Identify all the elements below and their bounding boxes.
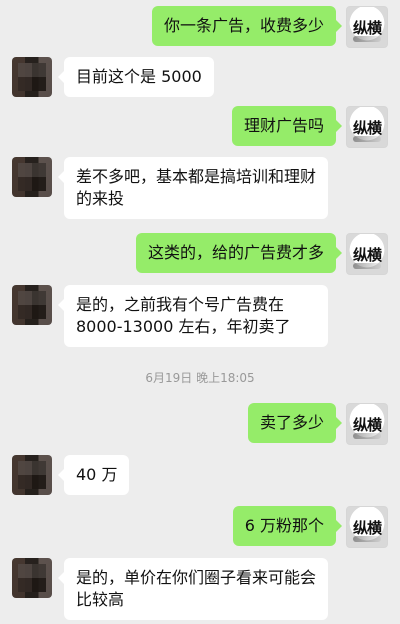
contact-avatar[interactable] xyxy=(12,57,52,97)
pixelated-avatar-icon xyxy=(18,461,46,489)
message-bubble-sent[interactable]: 理财广告吗 xyxy=(231,106,343,146)
message-text: 40 万 xyxy=(76,465,118,484)
my-avatar[interactable]: 纵横 xyxy=(346,233,388,275)
my-avatar[interactable]: 纵横 xyxy=(346,403,388,445)
message-bubble-sent[interactable]: 你一条广告，收费多少 xyxy=(151,6,343,46)
my-avatar[interactable]: 纵横 xyxy=(346,6,388,48)
message-text: 你一条广告，收费多少 xyxy=(163,16,324,35)
contact-avatar[interactable] xyxy=(12,455,52,495)
message-bubble-received[interactable]: 40 万 xyxy=(57,455,130,495)
message-bubble-received[interactable]: 是的，单价在你们圈子看来可能会比较高 xyxy=(58,558,328,620)
message-bubble-received[interactable]: 是的，之前我有个号广告费在 8000-13000 左右，年初卖了 xyxy=(58,285,328,347)
message-text: 目前这个是 5000 xyxy=(76,67,202,86)
pixelated-avatar-icon xyxy=(18,163,46,191)
contact-avatar[interactable] xyxy=(12,558,52,598)
pixelated-avatar-icon xyxy=(18,63,46,91)
pixelated-avatar-icon xyxy=(18,564,46,592)
my-avatar[interactable]: 纵横 xyxy=(346,106,388,148)
message-bubble-received[interactable]: 目前这个是 5000 xyxy=(58,57,214,97)
message-bubble-sent[interactable]: 6 万粉那个 xyxy=(232,506,343,546)
pixelated-avatar-icon xyxy=(18,291,46,319)
message-bubble-sent[interactable]: 这类的，给的广告费才多 xyxy=(135,233,343,273)
message-text: 差不多吧，基本都是搞培训和理财的来投 xyxy=(76,167,317,208)
message-text: 理财广告吗 xyxy=(243,116,324,135)
calligraphy-logo-icon: 纵横 xyxy=(347,107,387,147)
message-text: 卖了多少 xyxy=(259,413,324,432)
contact-avatar[interactable] xyxy=(12,285,52,325)
calligraphy-logo-icon: 纵横 xyxy=(347,507,387,547)
calligraphy-logo-icon: 纵横 xyxy=(347,234,387,274)
message-text: 是的，之前我有个号广告费在 8000-13000 左右，年初卖了 xyxy=(76,295,291,336)
message-text: 6 万粉那个 xyxy=(244,516,324,535)
calligraphy-logo-icon: 纵横 xyxy=(347,7,387,47)
message-text: 这类的，给的广告费才多 xyxy=(147,243,324,262)
chat-timestamp: 6月19日 晚上18:05 xyxy=(145,371,255,385)
my-avatar[interactable]: 纵横 xyxy=(346,506,388,548)
message-text: 是的，单价在你们圈子看来可能会比较高 xyxy=(76,568,317,609)
calligraphy-logo-icon: 纵横 xyxy=(347,404,387,444)
message-bubble-received[interactable]: 差不多吧，基本都是搞培训和理财的来投 xyxy=(58,157,328,219)
message-bubble-sent[interactable]: 卖了多少 xyxy=(247,403,343,443)
contact-avatar[interactable] xyxy=(12,157,52,197)
